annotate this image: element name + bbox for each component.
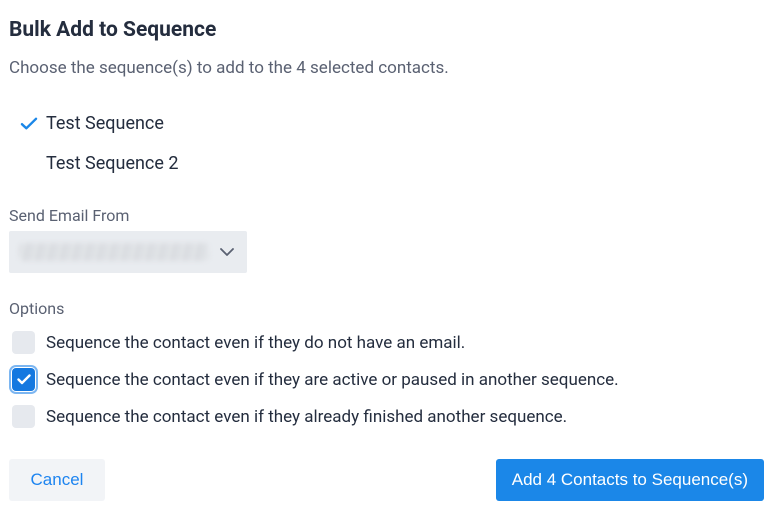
- send-from-label: Send Email From: [9, 206, 764, 225]
- select-value-redacted: [19, 243, 209, 261]
- option-label[interactable]: Sequence the contact even if they do not…: [46, 333, 465, 353]
- dialog-subtitle: Choose the sequence(s) to add to the 4 s…: [9, 58, 764, 78]
- option-row: Sequence the contact even if they are ac…: [9, 361, 764, 398]
- sequence-item[interactable]: Test Sequence: [9, 104, 764, 144]
- sequence-label: Test Sequence: [46, 115, 164, 133]
- send-from-select[interactable]: [9, 231, 247, 273]
- check-icon: [20, 157, 38, 171]
- dialog-actions: Cancel Add 4 Contacts to Sequence(s): [9, 459, 764, 501]
- checkbox-no-email[interactable]: [12, 331, 35, 354]
- options-label: Options: [9, 299, 764, 318]
- option-row: Sequence the contact even if they alread…: [9, 398, 764, 435]
- chevron-down-icon: [219, 242, 235, 262]
- option-label[interactable]: Sequence the contact even if they alread…: [46, 407, 567, 427]
- sequence-label: Test Sequence 2: [46, 155, 178, 173]
- dialog-title: Bulk Add to Sequence: [9, 18, 764, 42]
- sequence-item[interactable]: Test Sequence 2: [9, 144, 764, 184]
- check-icon: [20, 117, 38, 131]
- option-label[interactable]: Sequence the contact even if they are ac…: [46, 370, 619, 390]
- options-section: Options Sequence the contact even if the…: [9, 299, 764, 435]
- option-row: Sequence the contact even if they do not…: [9, 324, 764, 361]
- cancel-button[interactable]: Cancel: [9, 459, 105, 501]
- sequence-list: Test Sequence Test Sequence 2: [9, 104, 764, 184]
- checkbox-finished[interactable]: [12, 405, 35, 428]
- checkbox-active-paused[interactable]: [12, 368, 35, 391]
- submit-button[interactable]: Add 4 Contacts to Sequence(s): [496, 459, 764, 501]
